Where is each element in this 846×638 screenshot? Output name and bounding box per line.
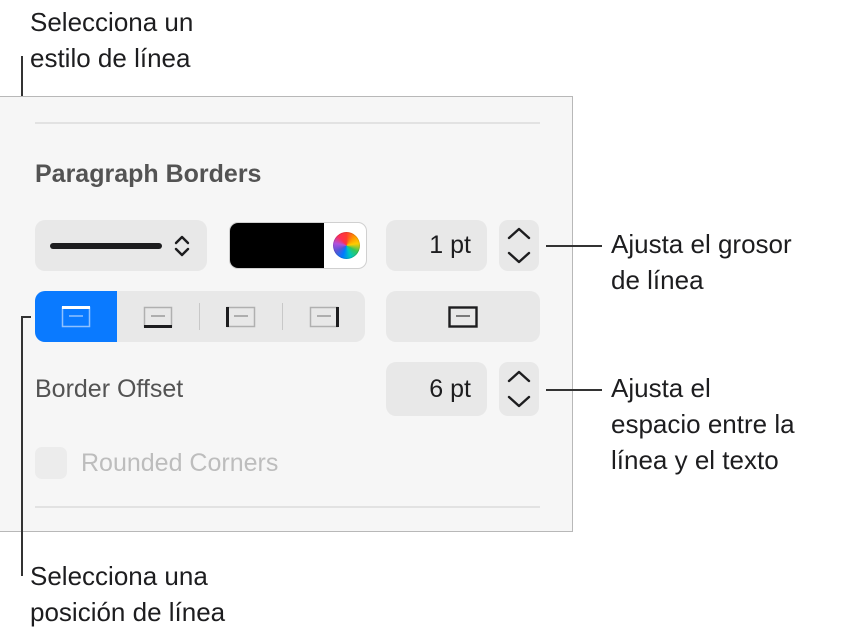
leader-offset <box>546 389 602 391</box>
border-position-control <box>35 291 365 342</box>
border-offset-field[interactable]: 6 pt <box>386 362 487 416</box>
color-swatch <box>230 223 324 268</box>
callout-border-offset: Ajusta el espacio entre la línea y el te… <box>611 370 795 478</box>
leader-thickness <box>546 245 602 247</box>
callout-line-position-line2: posición de línea <box>30 597 226 627</box>
bottom-border-icon <box>143 306 173 328</box>
line-thickness-stepper[interactable] <box>499 220 539 271</box>
callout-border-offset-line3: línea y el texto <box>611 445 779 475</box>
callout-line-position-line1: Selecciona una <box>30 561 208 591</box>
right-border-icon <box>309 306 339 328</box>
segment-bottom-border[interactable] <box>117 291 199 342</box>
top-border-icon <box>61 306 91 328</box>
solid-line-icon <box>50 243 162 249</box>
leader-position-vertical <box>21 316 23 576</box>
callout-line-position: Selecciona una posición de línea <box>30 558 225 630</box>
segment-top-border[interactable] <box>35 291 117 342</box>
color-wheel-icon[interactable] <box>333 232 360 259</box>
left-border-icon <box>226 306 256 328</box>
chevron-up-down-icon <box>174 235 190 257</box>
box-border-icon <box>448 306 478 328</box>
bottom-divider <box>35 506 540 508</box>
callout-line-style-line2: estilo de línea <box>30 43 191 73</box>
segment-left-border[interactable] <box>200 291 282 342</box>
stepper-up-icon[interactable] <box>506 367 532 387</box>
callout-line-thickness-line1: Ajusta el grosor <box>611 229 792 259</box>
segment-right-border[interactable] <box>283 291 365 342</box>
stepper-down-icon[interactable] <box>506 392 532 412</box>
box-border-button[interactable] <box>386 291 540 342</box>
rounded-corners-checkbox[interactable] <box>35 447 67 479</box>
callout-line-style-line1: Selecciona un <box>30 7 194 37</box>
stepper-down-icon[interactable] <box>506 248 532 268</box>
border-offset-label: Border Offset <box>35 375 184 403</box>
callout-border-offset-line2: espacio entre la <box>611 409 795 439</box>
stepper-up-icon[interactable] <box>506 224 532 244</box>
border-color-well[interactable] <box>229 222 367 269</box>
border-offset-stepper[interactable] <box>499 362 539 416</box>
callout-border-offset-line1: Ajusta el <box>611 373 711 403</box>
callout-line-thickness: Ajusta el grosor de línea <box>611 226 792 298</box>
callout-line-style: Selecciona un estilo de línea <box>30 4 193 76</box>
callout-line-thickness-line2: de línea <box>611 265 704 295</box>
line-thickness-field[interactable]: 1 pt <box>386 220 487 271</box>
top-divider <box>35 122 540 124</box>
rounded-corners-label: Rounded Corners <box>81 449 279 477</box>
line-style-popup[interactable] <box>35 220 207 271</box>
section-title: Paragraph Borders <box>35 160 262 188</box>
